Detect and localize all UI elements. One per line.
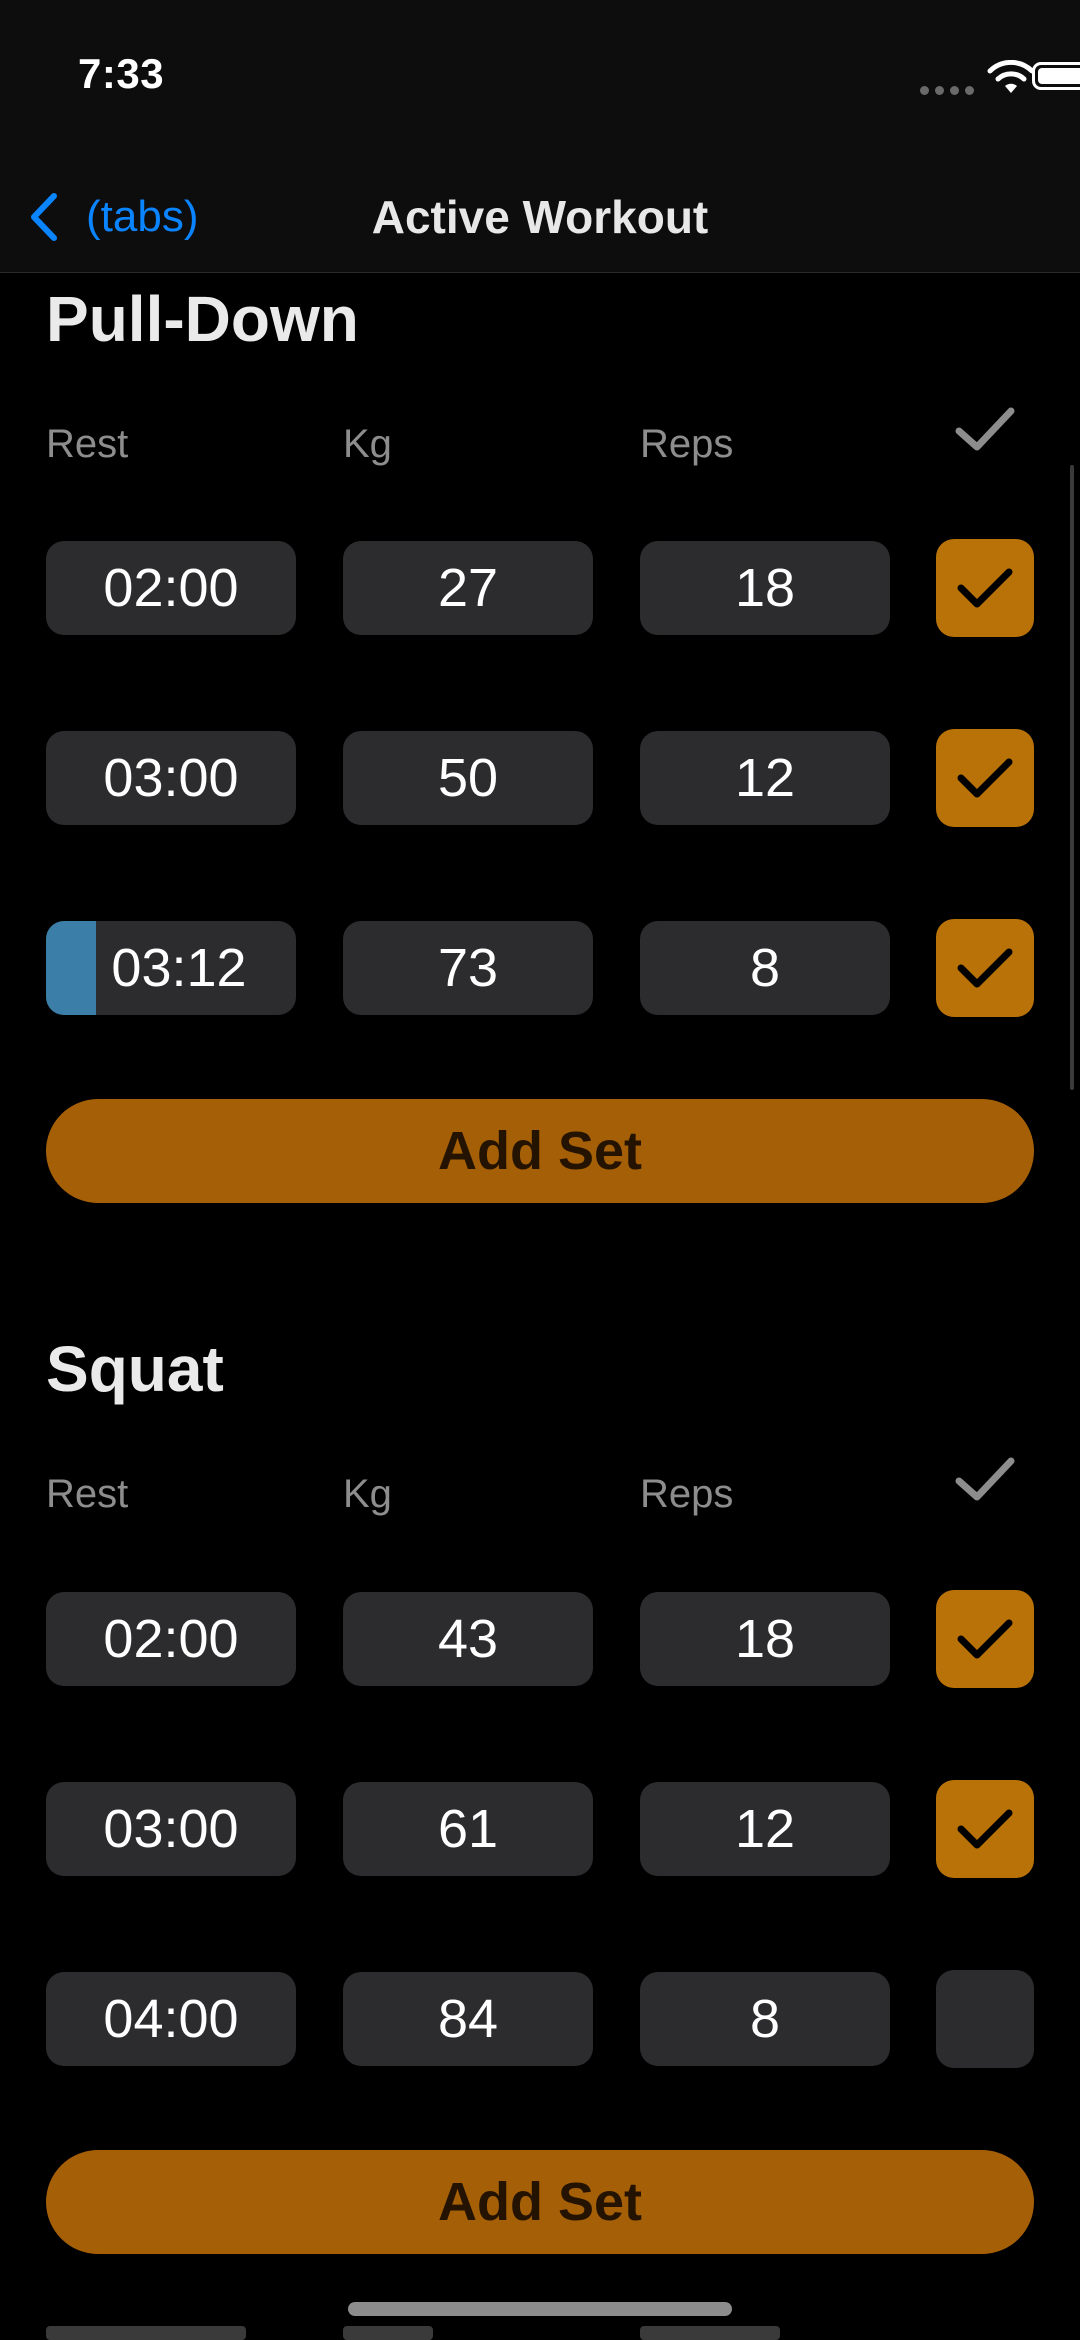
reps-field[interactable]: 18	[640, 541, 890, 635]
rest-timer-field[interactable]: 03:12	[46, 921, 296, 1015]
reps-field[interactable]: 8	[640, 1972, 890, 2066]
reps-field[interactable]: 8	[640, 921, 890, 1015]
home-indicator	[348, 2302, 732, 2316]
battery-icon	[1032, 62, 1080, 90]
column-label-kg: Kg	[343, 1472, 392, 1516]
checkmark-header-icon	[955, 1457, 1015, 1501]
rest-field[interactable]: 02:00	[46, 541, 296, 635]
rest-field[interactable]: 03:00	[46, 731, 296, 825]
checkmark-header-icon	[955, 407, 1015, 451]
checkmark-icon	[957, 758, 1013, 798]
set-complete-checkbox[interactable]	[936, 1970, 1034, 2068]
exercise-title: Pull-Down	[46, 283, 359, 355]
cellular-signal-icon	[920, 86, 974, 95]
column-label-rest: Rest	[46, 1472, 129, 1516]
clipped-content	[640, 2318, 780, 2340]
reps-field[interactable]: 12	[640, 1782, 890, 1876]
kg-field[interactable]: 43	[343, 1592, 593, 1686]
kg-field[interactable]: 27	[343, 541, 593, 635]
checkmark-icon	[957, 1809, 1013, 1849]
status-bar: 7:33	[0, 0, 1080, 160]
add-set-button[interactable]: Add Set	[46, 2150, 1034, 2254]
set-complete-checkbox[interactable]	[936, 539, 1034, 637]
navigation-bar: (tabs) Active Workout	[0, 160, 1080, 273]
rest-field[interactable]: 03:00	[46, 1782, 296, 1876]
rest-field[interactable]: 02:00	[46, 1592, 296, 1686]
set-complete-checkbox[interactable]	[936, 1590, 1034, 1688]
clipped-content	[46, 2318, 246, 2340]
kg-field[interactable]: 61	[343, 1782, 593, 1876]
rest-field[interactable]: 04:00	[46, 1972, 296, 2066]
kg-field[interactable]: 50	[343, 731, 593, 825]
wifi-icon	[987, 60, 1035, 93]
kg-field[interactable]: 84	[343, 1972, 593, 2066]
checkmark-icon	[957, 568, 1013, 608]
add-set-button[interactable]: Add Set	[46, 1099, 1034, 1203]
status-time: 7:33	[78, 50, 165, 97]
page-title: Active Workout	[371, 191, 709, 243]
checkmark-icon	[957, 1619, 1013, 1659]
rest-timer-progress	[46, 921, 96, 1015]
checkmark-icon	[957, 948, 1013, 988]
column-label-rest: Rest	[46, 422, 129, 466]
set-complete-checkbox[interactable]	[936, 919, 1034, 1017]
reps-field[interactable]: 12	[640, 731, 890, 825]
clipped-content	[343, 2318, 433, 2340]
kg-field[interactable]: 73	[343, 921, 593, 1015]
column-label-kg: Kg	[343, 422, 392, 466]
set-complete-checkbox[interactable]	[936, 729, 1034, 827]
column-label-reps: Reps	[640, 422, 734, 466]
column-label-reps: Reps	[640, 1472, 734, 1516]
scroll-indicator[interactable]	[1070, 465, 1074, 1090]
reps-field[interactable]: 18	[640, 1592, 890, 1686]
set-complete-checkbox[interactable]	[936, 1780, 1034, 1878]
exercise-title: Squat	[46, 1333, 224, 1405]
